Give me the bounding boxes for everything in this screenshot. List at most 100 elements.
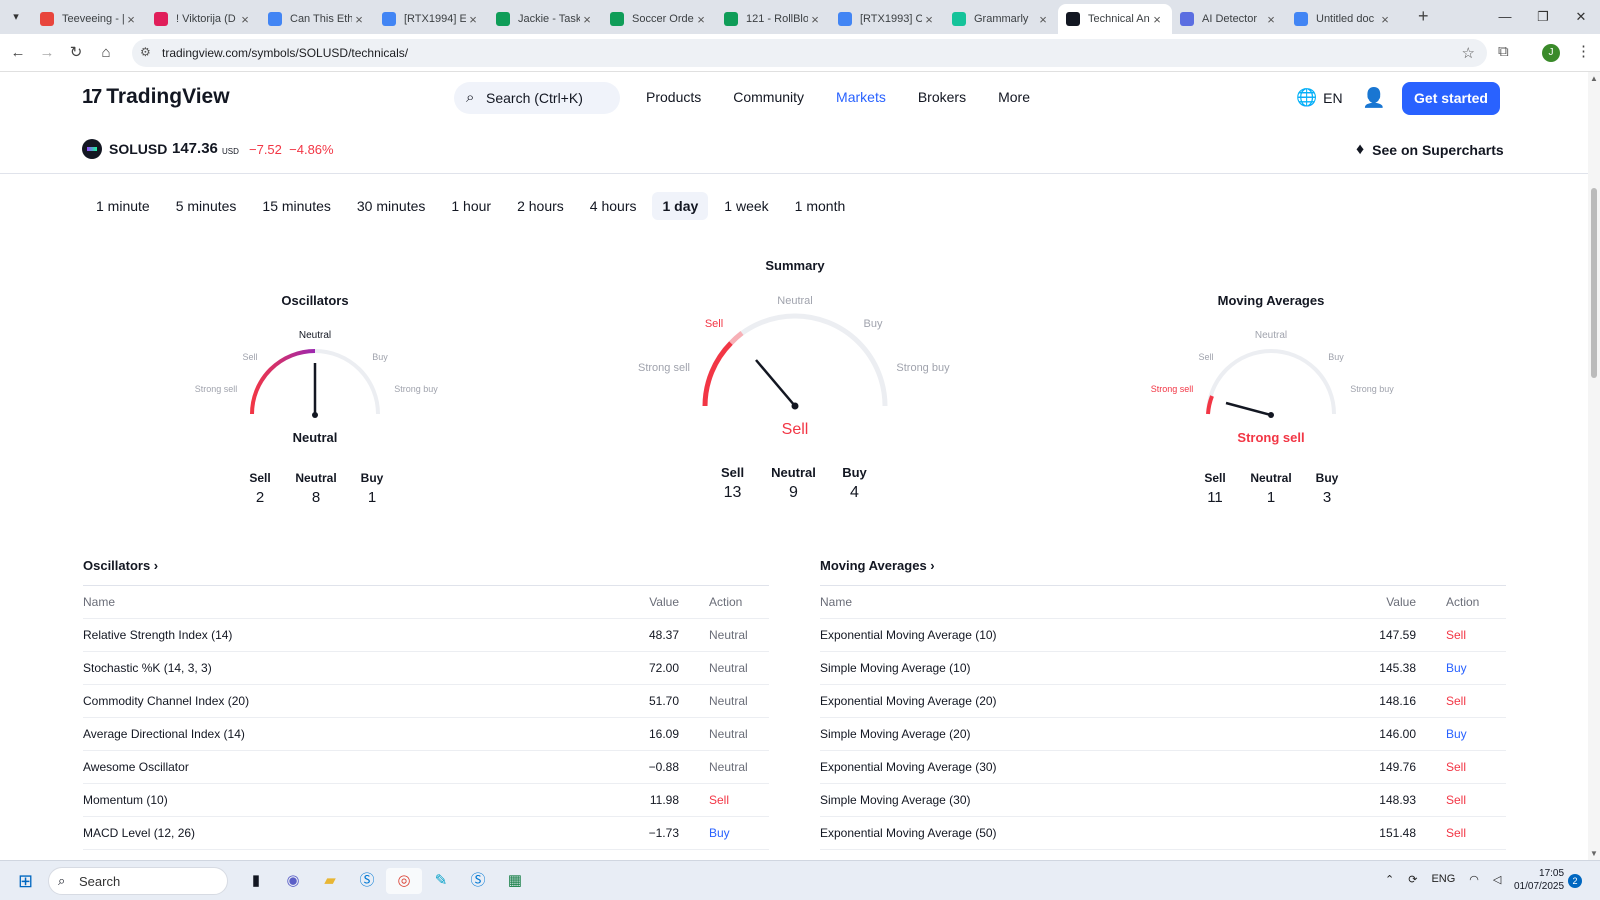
task-view-icon[interactable]: ▮ <box>238 868 274 894</box>
tab-close-icon[interactable]: × <box>1378 12 1392 27</box>
browser-tab[interactable]: AI Detector × <box>1172 4 1286 34</box>
tab-title: Jackie - Task <box>518 13 580 25</box>
url-field[interactable]: ⚙ tradingview.com/symbols/SOLUSD/technic… <box>132 39 1487 67</box>
tray-chevron-icon[interactable]: ⌃ <box>1385 873 1394 886</box>
indicator-value: −0.88 <box>648 760 679 774</box>
indicator-action: Sell <box>1446 826 1467 840</box>
url-text[interactable]: tradingview.com/symbols/SOLUSD/technical… <box>162 46 408 60</box>
site-search[interactable]: ⌕ Search (Ctrl+K) <box>454 82 620 114</box>
minimize-icon[interactable]: — <box>1486 0 1524 34</box>
search-icon: ⌕ <box>466 89 475 106</box>
tab-search-chevron-icon[interactable]: ▾ <box>6 7 26 27</box>
tray-language[interactable]: ENG <box>1431 873 1455 886</box>
file-explorer-icon[interactable]: ▰ <box>312 868 348 894</box>
nav-item-markets[interactable]: Markets <box>836 89 886 105</box>
tab-close-icon[interactable]: × <box>1150 12 1164 27</box>
sync-icon[interactable]: ⟳ <box>1408 873 1417 886</box>
volume-icon[interactable]: ◁ <box>1493 873 1501 886</box>
interval-tab[interactable]: 1 minute <box>86 192 160 220</box>
nav-item-products[interactable]: Products <box>646 89 701 105</box>
taskbar-search[interactable]: ⌕ Search <box>48 867 228 895</box>
taskbar-clock[interactable]: 17:05 01/07/2025 <box>1514 867 1564 893</box>
tab-close-icon[interactable]: × <box>238 12 252 27</box>
interval-tab[interactable]: 5 minutes <box>166 192 247 220</box>
supercharts-link[interactable]: ♦ See on Supercharts <box>1356 141 1504 159</box>
oscillators-section-link[interactable]: Oscillators › <box>83 558 158 573</box>
tab-close-icon[interactable]: × <box>808 12 822 27</box>
browser-tab[interactable]: 121 - RollBlo × <box>716 4 830 34</box>
tab-close-icon[interactable]: × <box>352 12 366 27</box>
windows-start-icon[interactable]: ⊞ <box>18 871 33 892</box>
tab-close-icon[interactable]: × <box>124 12 138 27</box>
ma-result: Strong sell <box>1237 430 1304 445</box>
user-icon[interactable]: 👤 <box>1362 86 1386 110</box>
notification-badge[interactable]: 2 <box>1568 874 1582 888</box>
reload-icon[interactable]: ↻ <box>66 43 86 63</box>
interval-tab[interactable]: 1 month <box>785 192 856 220</box>
nav-item-more[interactable]: More <box>998 89 1030 105</box>
browser-tab[interactable]: Teeveeing - | × <box>32 4 146 34</box>
interval-tab[interactable]: 2 hours <box>507 192 574 220</box>
browser-menu-icon[interactable]: ⋮ <box>1576 42 1591 60</box>
teams-icon[interactable]: ◉ <box>275 868 311 894</box>
bookmark-star-icon[interactable]: ☆ <box>1462 44 1475 62</box>
wifi-icon[interactable]: ◠ <box>1469 873 1479 886</box>
page-scrollbar[interactable]: ▲ ▼ <box>1588 72 1600 860</box>
browser-tab[interactable]: Untitled doc × <box>1286 4 1400 34</box>
indicator-value: 148.93 <box>1379 793 1416 807</box>
feather-app-icon[interactable]: ✎ <box>423 868 459 894</box>
scroll-up-icon[interactable]: ▲ <box>1590 74 1598 83</box>
site-info-icon[interactable]: ⚙ <box>140 45 151 59</box>
moving-averages-section-link[interactable]: Moving Averages › <box>820 558 935 573</box>
interval-tab[interactable]: 4 hours <box>580 192 647 220</box>
skype-alert-icon[interactable]: Ⓢ <box>460 868 496 894</box>
osc-tally-neutral: 8 <box>311 489 321 506</box>
nav-item-community[interactable]: Community <box>733 89 804 105</box>
browser-tab[interactable]: Technical An × <box>1058 4 1172 34</box>
tab-favicon-icon <box>838 12 852 26</box>
get-started-button[interactable]: Get started <box>1402 82 1500 115</box>
tab-close-icon[interactable]: × <box>1264 12 1278 27</box>
new-tab-plus-icon[interactable]: + <box>1418 6 1429 27</box>
chrome-icon[interactable]: ◎ <box>386 868 422 894</box>
extensions-puzzle-icon[interactable]: ⧉ <box>1498 43 1509 60</box>
browser-tab[interactable]: Grammarly × <box>944 4 1058 34</box>
ma-label-neutral: Neutral <box>1255 330 1287 341</box>
tab-close-icon[interactable]: × <box>694 12 708 27</box>
home-icon[interactable]: ⌂ <box>96 43 116 63</box>
forward-arrow-icon[interactable]: → <box>37 43 57 63</box>
osc-label-sell: Sell <box>242 352 257 362</box>
tab-close-icon[interactable]: × <box>466 12 480 27</box>
interval-tab[interactable]: 1 hour <box>441 192 501 220</box>
indicator-value: 16.09 <box>648 727 679 741</box>
browser-tab[interactable]: [RTX1994] Et × <box>374 4 488 34</box>
excel-icon[interactable]: ▦ <box>497 868 533 894</box>
symbol-name[interactable]: SOLUSD <box>109 141 167 157</box>
tab-title: 121 - RollBlo <box>746 13 808 25</box>
browser-tab[interactable]: [RTX1993] C × <box>830 4 944 34</box>
tab-close-icon[interactable]: × <box>1036 12 1050 27</box>
tradingview-logo[interactable]: 17 TradingView <box>82 85 230 109</box>
tab-close-icon[interactable]: × <box>922 12 936 27</box>
browser-tab[interactable]: ! Viktorija (D × <box>146 4 260 34</box>
profile-avatar[interactable]: J <box>1542 44 1560 62</box>
interval-tab[interactable]: 30 minutes <box>347 192 435 220</box>
interval-tab[interactable]: 1 week <box>714 192 778 220</box>
interval-tab[interactable]: 1 day <box>652 192 709 220</box>
scroll-down-icon[interactable]: ▼ <box>1590 849 1598 858</box>
browser-tab[interactable]: Can This Eth × <box>260 4 374 34</box>
nav-item-brokers[interactable]: Brokers <box>918 89 966 105</box>
language-selector[interactable]: 🌐 EN <box>1296 88 1343 108</box>
osc-label-strong-buy: Strong buy <box>394 384 438 394</box>
back-arrow-icon[interactable]: ← <box>8 43 28 63</box>
indicator-value: 48.37 <box>648 628 679 642</box>
skype-icon[interactable]: Ⓢ <box>349 868 385 894</box>
close-window-icon[interactable]: ✕ <box>1562 0 1600 34</box>
osc-label-neutral: Neutral <box>299 330 331 341</box>
browser-tab[interactable]: Soccer Orde × <box>602 4 716 34</box>
scrollbar-thumb[interactable] <box>1591 188 1597 378</box>
browser-tab[interactable]: Jackie - Task × <box>488 4 602 34</box>
restore-icon[interactable]: ❐ <box>1524 0 1562 34</box>
tab-close-icon[interactable]: × <box>580 12 594 27</box>
interval-tab[interactable]: 15 minutes <box>252 192 340 220</box>
